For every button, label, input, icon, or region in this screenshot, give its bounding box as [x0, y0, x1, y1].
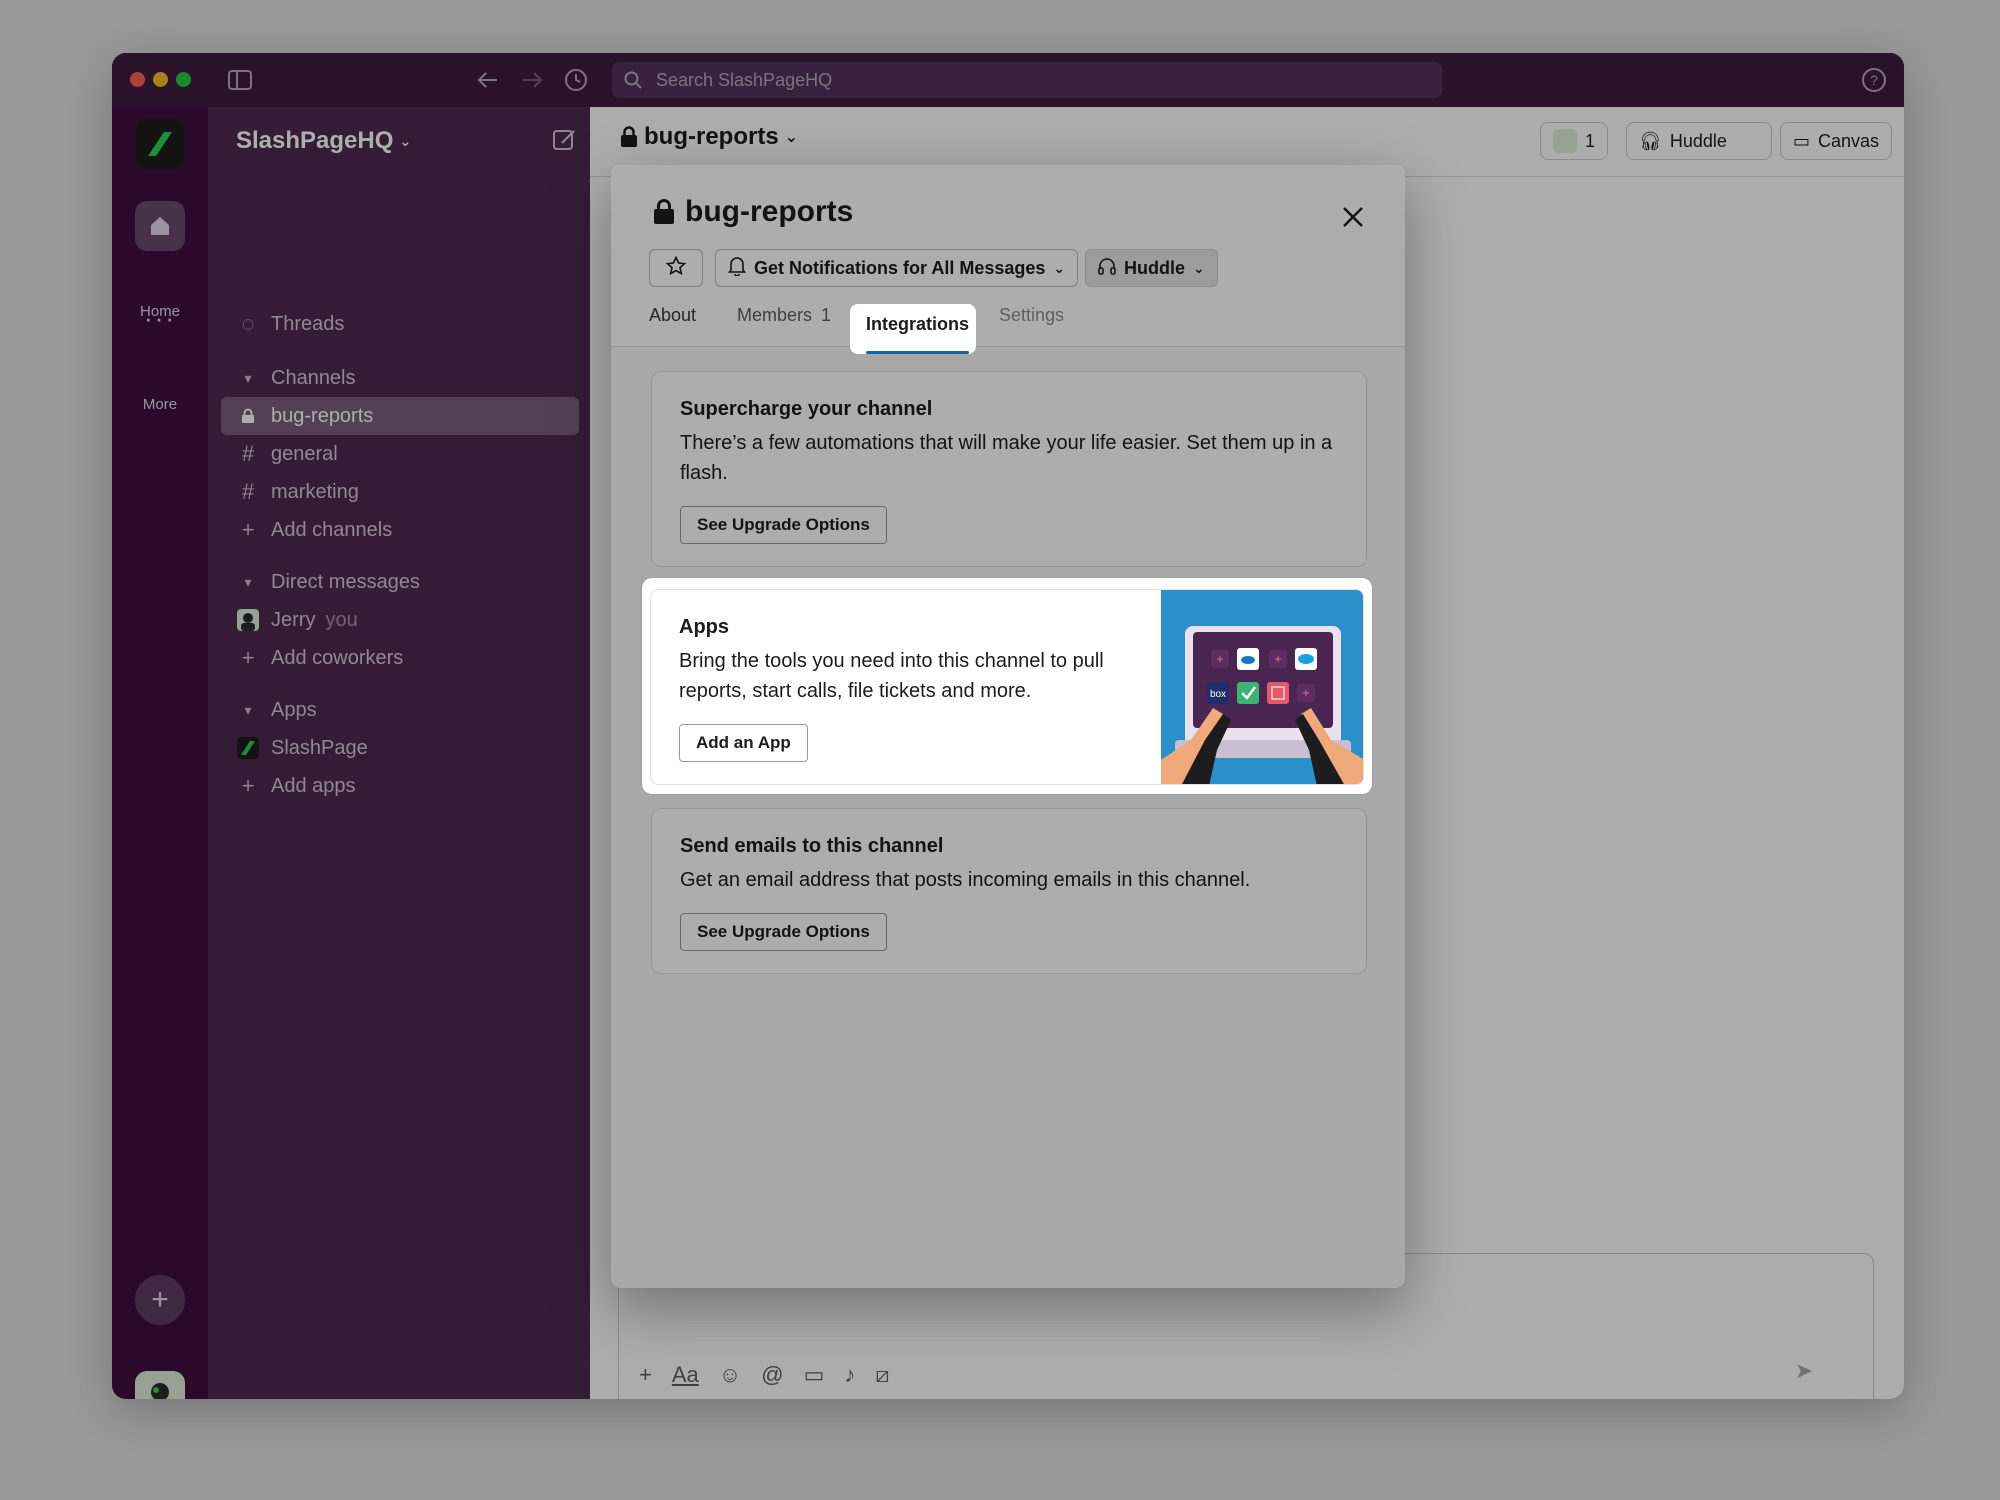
- svg-text:+: +: [1274, 652, 1281, 666]
- tab-settings[interactable]: Settings: [999, 305, 1064, 345]
- tab-integrations-highlight: Integrations: [850, 304, 976, 354]
- card-title: Apps: [679, 616, 729, 638]
- tab-integrations[interactable]: Integrations: [866, 314, 970, 354]
- box-logo-text: box: [1210, 689, 1226, 700]
- apps-card: Apps Bring the tools you need into this …: [650, 589, 1364, 785]
- apps-illustration: + + box +: [1161, 590, 1363, 784]
- tab-about-dimmed: About: [649, 305, 697, 325]
- svg-text:+: +: [1216, 652, 1223, 666]
- svg-text:+: +: [1302, 686, 1309, 700]
- card-body-line: reports, start calls, file tickets and m…: [679, 680, 1032, 702]
- apps-card-highlight: Apps Bring the tools you need into this …: [642, 578, 1372, 794]
- card-body-line: Bring the tools you need into this chann…: [679, 650, 1104, 672]
- add-an-app-button[interactable]: Add an App: [679, 724, 808, 762]
